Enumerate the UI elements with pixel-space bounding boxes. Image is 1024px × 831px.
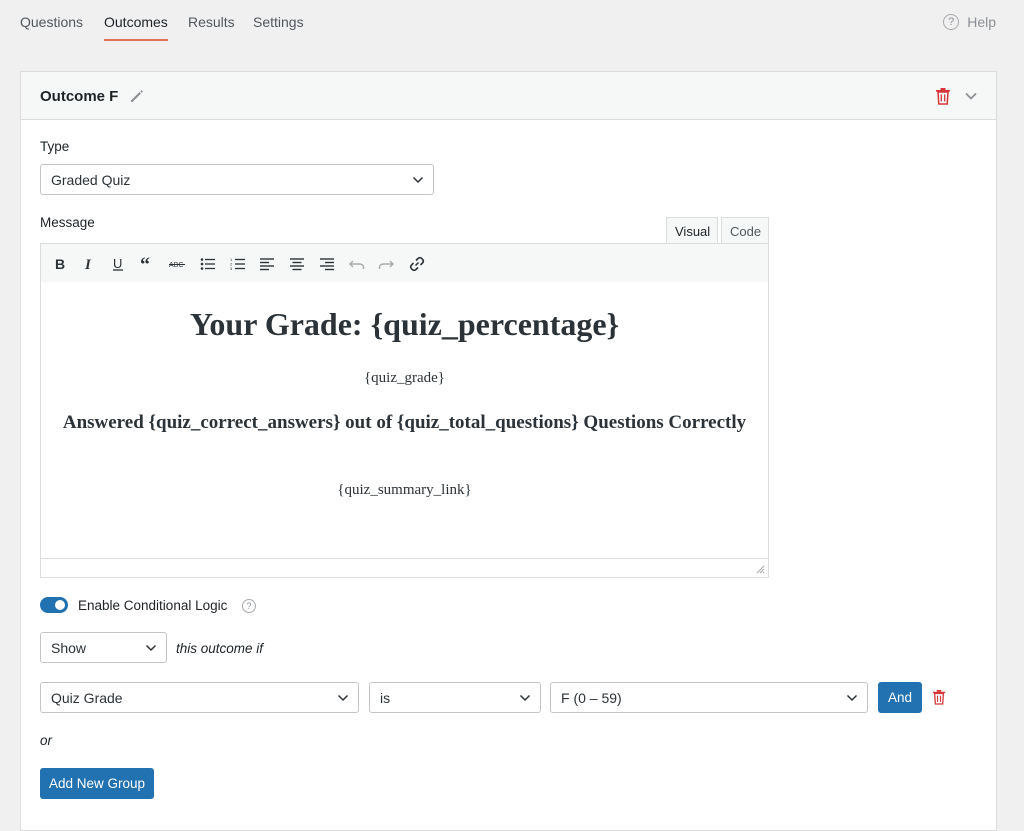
- tab-code[interactable]: Code: [721, 217, 769, 244]
- answered-line: Answered {quiz_correct_answers} out of {…: [62, 412, 747, 433]
- rule-operator-value: is: [380, 690, 391, 706]
- redo-icon[interactable]: [376, 254, 396, 274]
- chevron-down-icon[interactable]: [964, 89, 978, 103]
- summary-tag: {quiz_summary_link}: [337, 482, 472, 498]
- help-circle-icon[interactable]: ?: [242, 599, 256, 613]
- top-navigation: Questions Outcomes Results Settings ? He…: [0, 0, 1024, 42]
- help-circle-icon: ?: [943, 14, 960, 30]
- underline-icon[interactable]: U: [108, 254, 128, 274]
- svg-text:I: I: [84, 257, 92, 271]
- outcome-header[interactable]: Outcome F: [21, 72, 996, 120]
- or-label: or: [40, 733, 53, 748]
- pencil-icon[interactable]: [129, 88, 145, 104]
- rule-operator-select[interactable]: is: [369, 682, 541, 713]
- message-label: Message: [40, 215, 95, 230]
- add-new-group-button[interactable]: Add New Group: [40, 768, 154, 799]
- rule-value-value: F (0 – 59): [561, 690, 622, 706]
- svg-text:ABC: ABC: [169, 262, 183, 269]
- type-select[interactable]: Graded Quiz: [40, 164, 434, 195]
- rule-field-value: Quiz Grade: [51, 690, 123, 706]
- chevron-down-icon: [519, 694, 531, 702]
- svg-text:“: “: [140, 257, 150, 271]
- editor-content[interactable]: Your Grade: {quiz_percentage} {quiz_grad…: [40, 282, 769, 578]
- conditional-logic-label: Enable Conditional Logic: [78, 598, 228, 613]
- chevron-down-icon: [846, 694, 858, 702]
- type-select-value: Graded Quiz: [51, 172, 131, 188]
- outcome-panel: Outcome F Type Graded Quiz Message Visua…: [20, 71, 997, 831]
- align-left-icon[interactable]: [257, 254, 277, 274]
- svg-text:U: U: [113, 257, 122, 271]
- tab-settings[interactable]: Settings: [253, 14, 304, 30]
- grade-tag: {quiz_grade}: [363, 370, 446, 386]
- blockquote-icon[interactable]: “: [138, 254, 158, 274]
- svg-text:3: 3: [230, 266, 233, 271]
- help-link[interactable]: ? Help: [943, 14, 996, 30]
- tab-outcomes[interactable]: Outcomes: [104, 14, 168, 41]
- chevron-down-icon: [337, 694, 349, 702]
- help-label: Help: [967, 14, 996, 30]
- resize-handle-icon[interactable]: [755, 564, 765, 574]
- grade-heading: Your Grade: {quiz_percentage}: [189, 306, 620, 342]
- action-suffix: this outcome if: [176, 641, 264, 656]
- chevron-down-icon: [412, 176, 424, 184]
- tab-visual[interactable]: Visual: [666, 217, 718, 244]
- action-select-value: Show: [51, 640, 87, 656]
- action-select[interactable]: Show: [40, 632, 167, 663]
- italic-icon[interactable]: I: [79, 254, 99, 274]
- bold-icon[interactable]: B: [50, 254, 70, 274]
- trash-icon[interactable]: [932, 689, 946, 705]
- link-icon[interactable]: [407, 254, 427, 274]
- svg-text:B: B: [55, 257, 65, 271]
- strikethrough-icon[interactable]: ABC: [167, 254, 187, 274]
- conditional-logic-toggle[interactable]: [40, 597, 68, 613]
- tab-questions[interactable]: Questions: [20, 14, 83, 30]
- outcome-title: Outcome F: [40, 88, 119, 105]
- editor-toolbar: B I U “ ABC 1 2 3: [40, 243, 769, 283]
- editor-status-bar: [41, 558, 768, 577]
- type-label: Type: [40, 139, 70, 154]
- rule-value-select[interactable]: F (0 – 59): [550, 682, 868, 713]
- tab-results[interactable]: Results: [188, 14, 235, 30]
- and-button[interactable]: And: [878, 682, 922, 713]
- align-center-icon[interactable]: [287, 254, 307, 274]
- rule-field-select[interactable]: Quiz Grade: [40, 682, 359, 713]
- align-right-icon[interactable]: [317, 254, 337, 274]
- chevron-down-icon: [145, 644, 157, 652]
- undo-icon[interactable]: [347, 254, 367, 274]
- numbered-list-icon[interactable]: 1 2 3: [228, 254, 248, 274]
- bulleted-list-icon[interactable]: [198, 254, 218, 274]
- trash-icon[interactable]: [935, 87, 951, 105]
